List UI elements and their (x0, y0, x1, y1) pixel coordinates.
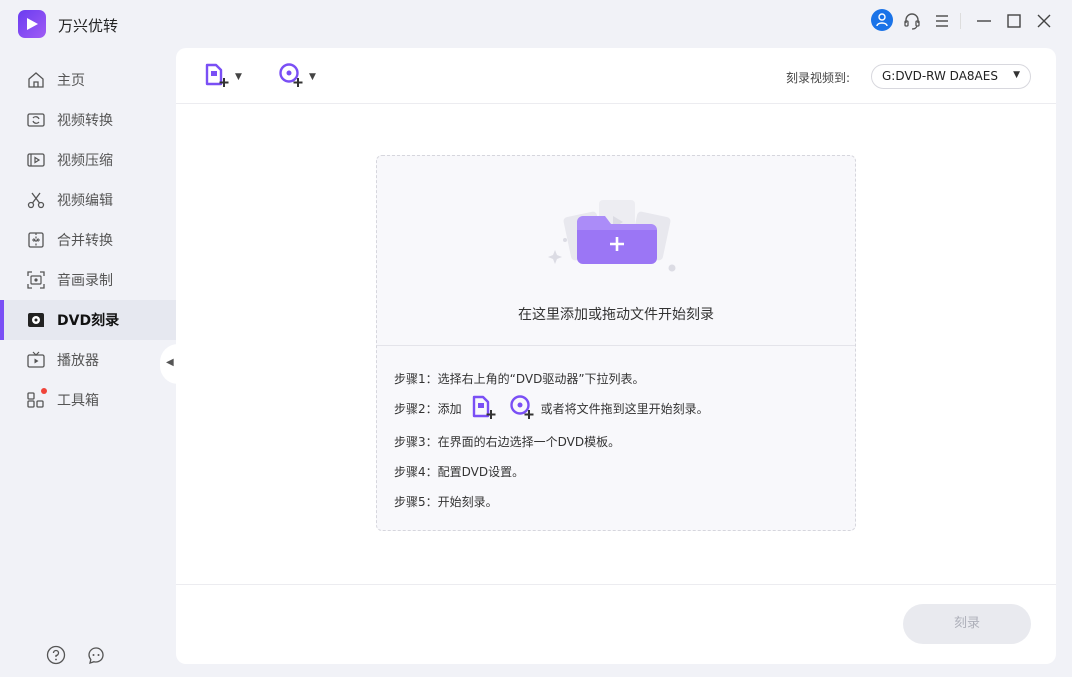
sidebar-item-label: 合并转换 (57, 233, 113, 249)
folder-add-illustration (547, 196, 687, 286)
step-2: 步骤2：添加 或者将文件拖到这里开始刻录。 (394, 394, 709, 423)
minimize-icon[interactable] (973, 10, 995, 32)
sidebar: 主页 视频转换 视频压缩 视频编辑 合并转换 音画录制 DVD刻录 播放器 工具… (0, 60, 176, 420)
headset-support-icon[interactable] (901, 10, 923, 32)
sidebar-item-label: 视频编辑 (57, 193, 113, 209)
sidebar-item-screen-record[interactable]: 音画录制 (0, 260, 176, 300)
add-disc-icon[interactable] (509, 394, 535, 423)
sidebar-item-video-edit[interactable]: 视频编辑 (0, 180, 176, 220)
record-icon (26, 270, 46, 290)
sidebar-item-label: 视频转换 (57, 113, 113, 129)
dvd-burn-icon (26, 310, 46, 330)
home-icon (26, 70, 46, 90)
sidebar-item-label: 视频压缩 (57, 153, 113, 169)
convert-icon (26, 110, 46, 130)
sidebar-item-label: 主页 (57, 73, 85, 89)
toolbox-icon (26, 388, 47, 410)
sidebar-item-player[interactable]: 播放器 (0, 340, 176, 380)
add-file-icon[interactable] (471, 394, 497, 423)
sidebar-item-label: 播放器 (57, 353, 99, 369)
burn-button[interactable]: 刻录 (903, 604, 1031, 644)
chevron-down-icon: ▼ (235, 72, 242, 82)
drop-zone-hint: 在这里添加或拖动文件开始刻录 (518, 307, 714, 323)
add-disc-icon (278, 62, 304, 92)
menu-icon[interactable] (931, 10, 953, 32)
burn-destination-label: 刻录视频到: (786, 71, 851, 85)
merge-icon (26, 230, 46, 250)
divider (377, 345, 855, 346)
toolbar: ▼ ▼ 刻录视频到: G:DVD-RW DA8AESH ▼ (176, 48, 1056, 104)
close-icon[interactable] (1033, 10, 1055, 32)
sidebar-item-toolbox[interactable]: 工具箱 (0, 380, 176, 420)
sidebar-item-label: DVD刻录 (57, 313, 120, 329)
notification-badge (41, 388, 47, 394)
maximize-icon[interactable] (1003, 10, 1025, 32)
compress-icon (26, 150, 46, 170)
chevron-down-icon: ▼ (1013, 70, 1020, 80)
step-3: 步骤3：在界面的右边选择一个DVD模板。 (394, 435, 621, 449)
sidebar-item-label: 工具箱 (57, 393, 99, 409)
burn-destination-select[interactable]: G:DVD-RW DA8AESH ▼ (871, 64, 1031, 89)
sidebar-item-video-convert[interactable]: 视频转换 (0, 100, 176, 140)
sidebar-item-label: 音画录制 (57, 273, 113, 289)
burn-destination-value: G:DVD-RW DA8AESH (882, 69, 998, 83)
step-2-prefix: 步骤2：添加 (394, 401, 462, 416)
step-1: 步骤1：选择右上角的“DVD驱动器”下拉列表。 (394, 372, 645, 386)
step-5: 步骤5：开始刻录。 (394, 495, 498, 509)
footer-divider (176, 584, 1056, 585)
drop-zone-add-area[interactable]: 在这里添加或拖动文件开始刻录 (377, 156, 855, 345)
title-divider (960, 13, 961, 29)
title-bar: 万兴优转 (0, 0, 1072, 48)
add-file-icon (204, 62, 230, 92)
chevron-down-icon: ▼ (309, 72, 316, 82)
sidebar-item-dvd-burn[interactable]: DVD刻录 (0, 300, 176, 340)
sidebar-item-video-compress[interactable]: 视频压缩 (0, 140, 176, 180)
account-avatar-icon[interactable] (871, 9, 893, 31)
add-files-button[interactable]: ▼ (204, 62, 242, 92)
chevron-left-icon: ◀ (166, 357, 174, 368)
app-logo (18, 10, 46, 38)
main-panel: ▼ ▼ 刻录视频到: G:DVD-RW DA8AESH ▼ 在这里添加或拖动文件… (176, 48, 1056, 664)
feedback-icon[interactable] (86, 645, 106, 665)
step-4: 步骤4：配置DVD设置。 (394, 465, 525, 479)
sidebar-item-home[interactable]: 主页 (0, 60, 176, 100)
help-icon[interactable] (46, 645, 66, 665)
step-2-suffix: 或者将文件拖到这里开始刻录。 (540, 401, 709, 416)
sidebar-item-merge[interactable]: 合并转换 (0, 220, 176, 260)
app-title: 万兴优转 (58, 17, 119, 35)
scissors-icon (26, 190, 46, 210)
drop-zone[interactable]: 在这里添加或拖动文件开始刻录 步骤1：选择右上角的“DVD驱动器”下拉列表。 步… (376, 155, 856, 531)
player-icon (26, 350, 46, 370)
load-dvd-button[interactable]: ▼ (278, 62, 316, 92)
